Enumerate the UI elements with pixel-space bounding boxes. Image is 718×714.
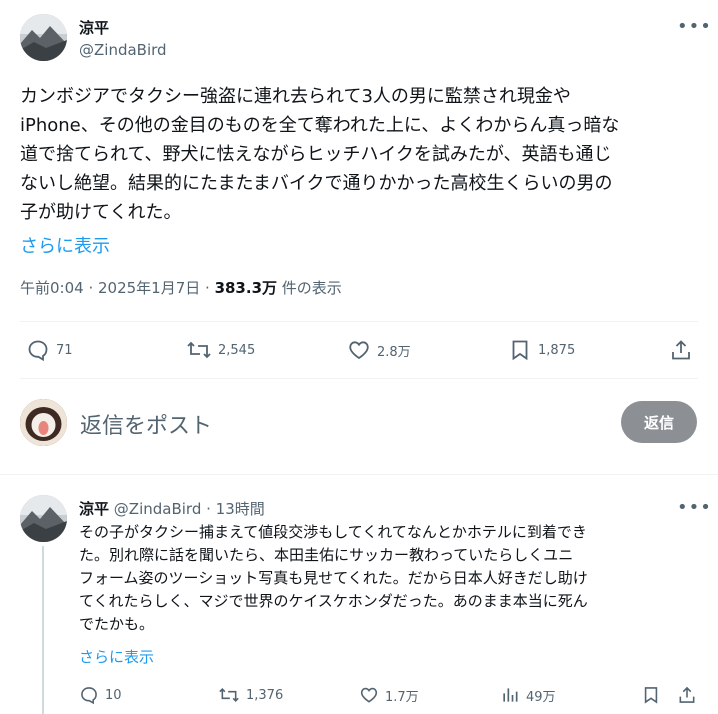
author-handle[interactable]: @ZindaBird — [79, 41, 167, 59]
reply-body: その子がタクシー捕まえて値段交渉もしてくれてなんとかホテルに到着でき た。別れ際… — [79, 521, 709, 636]
bookmark-icon — [644, 687, 658, 704]
show-more-link[interactable]: さらに表示 — [20, 232, 110, 258]
share-icon — [679, 686, 695, 703]
post-body-line: カンボジアでタクシー強盗に連れ去られて3人の男に監禁され現金や — [20, 86, 571, 107]
bookmark-icon — [512, 340, 528, 361]
reply-submit-button[interactable]: 返信 — [621, 401, 697, 443]
reply-reply-count: 10 — [105, 687, 122, 703]
avatar-landscape-image — [20, 495, 67, 542]
reply-body-line: てくれたらしく、マジで世界のケイスケホンダだった。あのまま本当に死ん — [79, 592, 588, 610]
more-options-button[interactable]: ••• — [677, 16, 712, 37]
view-count-label: 件の表示 — [277, 279, 342, 297]
repost-icon — [187, 341, 211, 359]
share-icon — [672, 340, 690, 360]
reply-body-line: フォーム姿のツーショット写真も見せてくれた。だから日本人好きだし助け — [79, 569, 588, 587]
post-body-line: ないし絶望。結果的にたまたまバイクで通りかかった高校生くらいの男の — [20, 173, 613, 194]
reply-author-handle[interactable]: @ZindaBird — [114, 500, 202, 518]
divider — [20, 321, 698, 322]
reply-body-line: でたかも。 — [79, 615, 155, 633]
current-user-avatar[interactable] — [20, 399, 67, 446]
author-avatar[interactable] — [20, 14, 67, 61]
reply-icon — [81, 687, 97, 705]
post-body-line: 道で捨てられて、野犬に怯えながらヒッチハイクを試みたが、英語も通じ — [20, 144, 612, 165]
avatar-food-image — [20, 399, 67, 446]
bookmark-count: 1,875 — [538, 342, 576, 358]
post-body: カンボジアでタクシー強盗に連れ去られて3人の男に監禁され現金や iPhone、そ… — [20, 82, 710, 227]
reply-repost-action-button[interactable]: 1,376 — [218, 685, 283, 705]
divider — [0, 474, 718, 475]
reply-like-count: 1.7万 — [385, 689, 419, 705]
reply-author-name[interactable]: 涼平 — [79, 500, 109, 518]
heart-icon — [360, 687, 378, 703]
reply-count: 71 — [56, 342, 73, 358]
reply-compose-input[interactable]: 返信をポスト — [80, 408, 212, 440]
reply-views-button[interactable]: 49万 — [500, 685, 556, 705]
reply-share-button[interactable] — [677, 685, 697, 705]
repost-action-button[interactable]: 2,545 — [186, 338, 255, 362]
post-metadata: 午前0:04 · 2025年1月7日 · 383.3万 件の表示 — [20, 277, 342, 298]
view-count: 383.3万 — [214, 279, 278, 297]
analytics-icon — [503, 688, 518, 702]
reply-icon — [28, 340, 48, 362]
reply-more-options-button[interactable]: ••• — [677, 497, 712, 518]
reply-body-line: その子がタクシー捕まえて値段交渉もしてくれてなんとかホテルに到着でき — [79, 523, 587, 541]
reply-author-avatar[interactable] — [20, 495, 67, 542]
reply-show-more-link[interactable]: さらに表示 — [79, 646, 154, 667]
divider — [20, 378, 698, 379]
heart-icon — [349, 341, 369, 360]
post-body-line: iPhone、その他の金目のものを全て奪われた上に、よくわからん真っ暗な — [20, 115, 620, 136]
repost-icon — [219, 688, 239, 702]
reply-timestamp[interactable]: · 13時間 — [206, 500, 265, 518]
like-action-button[interactable]: 2.8万 — [347, 338, 411, 362]
like-count: 2.8万 — [377, 344, 411, 360]
reply-header: 涼平 @ZindaBird · 13時間 — [79, 498, 265, 519]
reply-repost-count: 1,376 — [246, 687, 284, 703]
reply-views-count: 49万 — [526, 689, 556, 705]
reply-action-button[interactable]: 71 — [26, 338, 73, 362]
share-button[interactable] — [669, 338, 693, 362]
post-timestamp[interactable]: 午前0:04 · 2025年1月7日 · — [20, 279, 215, 297]
author-name[interactable]: 涼平 — [79, 17, 109, 38]
thread-connector-line — [42, 546, 44, 714]
reply-reply-action-button[interactable]: 10 — [79, 685, 122, 705]
reply-like-action-button[interactable]: 1.7万 — [359, 685, 419, 705]
reply-body-line: た。別れ際に話を聞いたら、本田圭佑にサッカー教わっていたらしくユニ — [79, 546, 574, 564]
avatar-landscape-image — [20, 14, 67, 61]
reply-bookmark-button[interactable] — [641, 685, 661, 705]
bookmark-action-button[interactable]: 1,875 — [508, 338, 575, 362]
post-body-line: 子が助けてくれた。 — [20, 202, 182, 223]
repost-count: 2,545 — [218, 342, 256, 358]
